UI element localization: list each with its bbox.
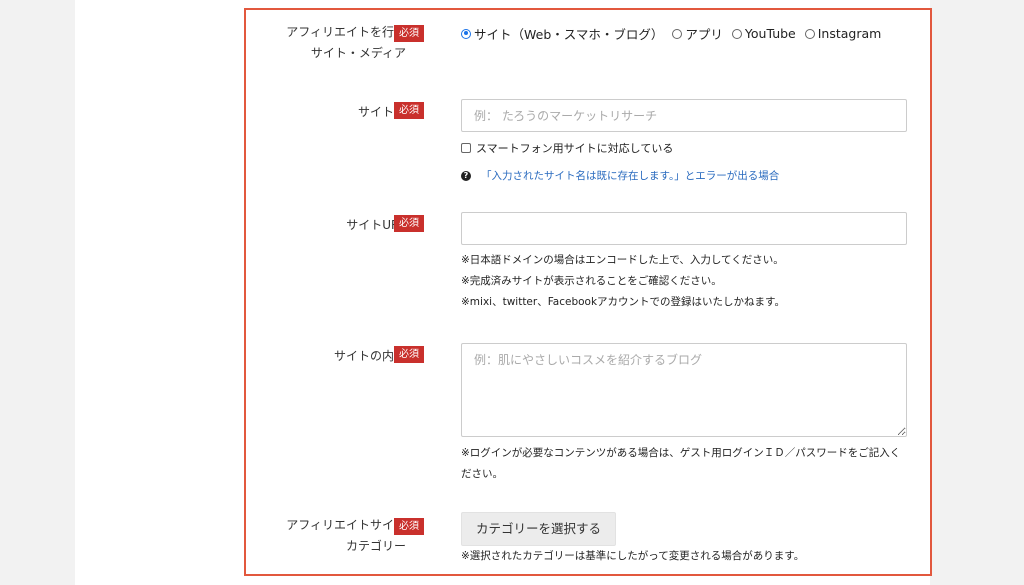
site-name-input[interactable]	[461, 99, 907, 132]
smartphone-support-option[interactable]: スマートフォン用サイトに対応している	[461, 140, 907, 156]
duplicate-name-help: ? 「入力されたサイト名は既に存在します。」とエラーが出る場合	[461, 168, 907, 183]
category-note: ※選択されたカテゴリーは基準にしたがって変更される場合があります。	[461, 550, 805, 562]
media-type-option-label: Instagram	[817, 26, 882, 41]
smartphone-support-label: スマートフォン用サイトに対応している	[476, 142, 674, 155]
radio-button[interactable]	[461, 28, 471, 39]
select-category-button[interactable]: カテゴリーを選択する	[461, 512, 617, 546]
site-content-note: ※ログインが必要なコンテンツがある場合は、ゲスト用ログインＩＤ／パスワードをご記…	[461, 447, 901, 459]
media-type-label-line2: サイト・メディア	[310, 46, 406, 60]
radio-button[interactable]	[804, 28, 815, 39]
category-label-line2: カテゴリー	[345, 539, 406, 553]
required-badge: 必須	[394, 215, 424, 232]
site-url-field: ※日本語ドメインの場合はエンコードした上で、入力してください。 ※完成済みサイト…	[461, 212, 907, 313]
media-type-option-label: サイト（Web・スマホ・ブログ）	[474, 27, 664, 42]
site-name-label: サイト名	[357, 105, 406, 119]
media-type-radio-group: サイト（Web・スマホ・ブログ） アプリ YouTube Instagram	[461, 24, 907, 43]
required-badge: 必須	[394, 346, 424, 363]
site-url-note: ※日本語ドメインの場合はエンコードした上で、入力してください。	[461, 254, 784, 266]
site-content-field: ※ログインが必要なコンテンツがある場合は、ゲスト用ログインＩＤ／パスワードをご記…	[461, 343, 907, 485]
site-registration-form: アフィリエイトを行う サイト・メディア 必須 サイト（Web・スマホ・ブログ） ア…	[244, 8, 932, 576]
category-field: カテゴリーを選択する ※選択されたカテゴリーは基準にしたがって変更される場合があ…	[461, 512, 907, 567]
radio-button[interactable]	[672, 28, 683, 39]
required-badge: 必須	[394, 25, 424, 42]
site-name-field: スマートフォン用サイトに対応している ? 「入力されたサイト名は既に存在します。…	[461, 99, 907, 183]
media-type-option-label: アプリ	[685, 27, 723, 42]
media-type-option[interactable]: YouTube	[731, 26, 796, 41]
media-type-label: アフィリエイトを行う サイト・メディア	[246, 22, 406, 64]
category-label: アフィリエイトサイト カテゴリー	[246, 515, 406, 557]
required-badge: 必須	[394, 518, 424, 535]
radio-button[interactable]	[731, 28, 742, 39]
media-type-label-line1: アフィリエイトを行う	[286, 25, 406, 39]
media-type-option[interactable]: サイト（Web・スマホ・ブログ）	[461, 24, 663, 43]
page-background: アフィリエイトを行う サイト・メディア 必須 サイト（Web・スマホ・ブログ） ア…	[75, 0, 932, 585]
site-url-input[interactable]	[461, 212, 907, 245]
site-url-label: サイトURL	[346, 218, 406, 232]
media-type-option[interactable]: Instagram	[804, 26, 882, 41]
category-label-line1: アフィリエイトサイト	[286, 518, 406, 532]
media-type-option-label: YouTube	[744, 26, 796, 41]
site-content-note: ださい。	[461, 468, 503, 480]
media-type-field: サイト（Web・スマホ・ブログ） アプリ YouTube Instagram	[461, 24, 907, 43]
required-badge: 必須	[394, 102, 424, 119]
site-url-notes: ※日本語ドメインの場合はエンコードした上で、入力してください。 ※完成済みサイト…	[461, 250, 907, 313]
smartphone-support-checkbox[interactable]	[461, 143, 471, 153]
duplicate-name-help-link[interactable]: 「入力されたサイト名は既に存在します。」とエラーが出る場合	[481, 168, 779, 183]
site-url-note: ※完成済みサイトが表示されることをご確認ください。	[461, 275, 722, 287]
site-content-label: サイトの内容	[333, 349, 406, 363]
media-type-option[interactable]: アプリ	[672, 24, 723, 43]
site-content-notes: ※ログインが必要なコンテンツがある場合は、ゲスト用ログインＩＤ／パスワードをご記…	[461, 443, 907, 485]
site-content-textarea[interactable]	[461, 343, 907, 437]
site-url-note: ※mixi、twitter、Facebookアカウントでの登録はいたしかねます。	[461, 296, 785, 308]
question-circle-icon: ?	[461, 170, 471, 181]
